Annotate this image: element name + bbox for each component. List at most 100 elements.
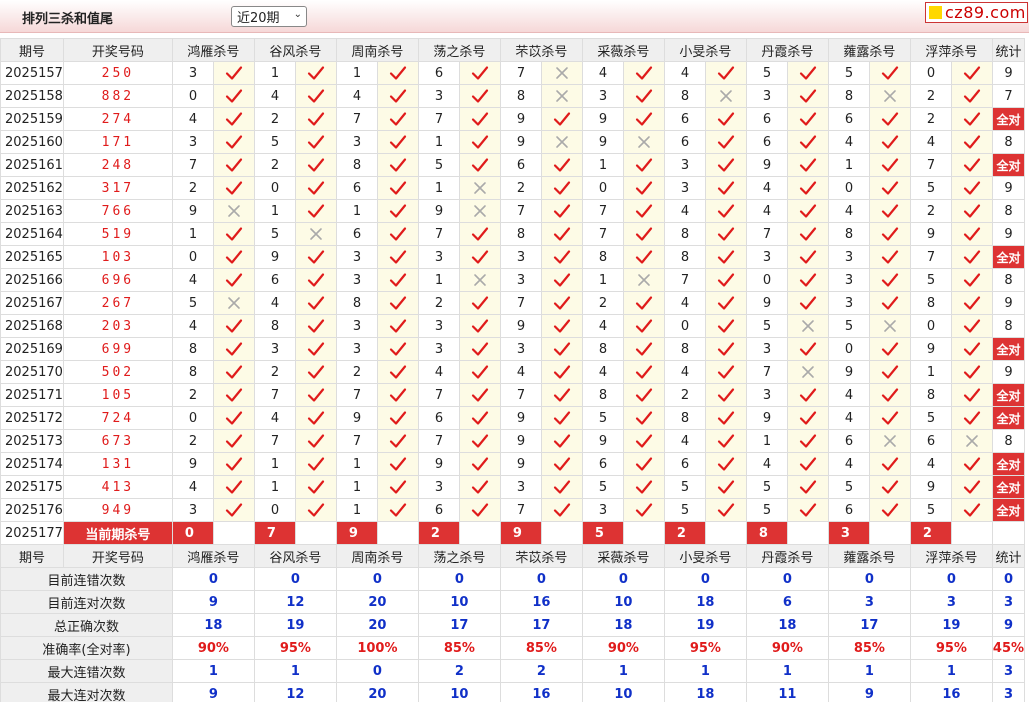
stats-value: 90% bbox=[171, 636, 255, 660]
kill-number-cell: 4 bbox=[745, 452, 788, 476]
stats-value: 2 bbox=[417, 659, 501, 683]
kill-number-cell: 5 bbox=[171, 291, 214, 315]
kill-number-cell: 9 bbox=[417, 199, 460, 223]
kill-number-cell: 6 bbox=[253, 268, 296, 292]
check-mark-icon bbox=[376, 199, 419, 223]
period-cell: 2025173 bbox=[0, 429, 64, 453]
stats-value: 0 bbox=[909, 567, 993, 591]
period-select[interactable]: 近20期 ⌄ bbox=[231, 6, 307, 27]
check-mark-icon bbox=[622, 199, 665, 223]
kill-number-cell: 1 bbox=[581, 153, 624, 177]
check-mark-icon bbox=[622, 337, 665, 361]
kill-number-cell: 8 bbox=[581, 383, 624, 407]
check-mark-icon bbox=[950, 222, 993, 246]
check-mark-icon bbox=[376, 268, 419, 292]
kill-number-cell: 7 bbox=[335, 429, 378, 453]
table-row: 2025176 949 3 0 1 6 7 3 5 5 6 5 全对 bbox=[0, 498, 1026, 522]
kill-number-cell: 7 bbox=[417, 222, 460, 246]
check-mark-icon bbox=[540, 268, 583, 292]
draw-number-cell: 274 bbox=[62, 107, 173, 131]
kill-number-cell: 3 bbox=[417, 245, 460, 269]
check-mark-icon bbox=[622, 176, 665, 200]
check-mark-icon bbox=[376, 475, 419, 499]
kill-number-cell: 7 bbox=[581, 199, 624, 223]
stats-count: 3 bbox=[991, 659, 1026, 683]
check-mark-icon bbox=[212, 498, 255, 522]
check-mark-icon bbox=[212, 406, 255, 430]
kill-number-cell: 8 bbox=[499, 84, 542, 108]
check-mark-icon bbox=[868, 268, 911, 292]
count-cell: 8 bbox=[991, 268, 1026, 292]
period-cell: 2025168 bbox=[0, 314, 64, 338]
kill-number-cell: 2 bbox=[663, 383, 706, 407]
kill-number-cell: 5 bbox=[253, 222, 296, 246]
stats-value: 17 bbox=[499, 613, 583, 637]
kill-number-cell: 4 bbox=[171, 314, 214, 338]
check-mark-icon bbox=[786, 61, 829, 85]
stats-value: 20 bbox=[335, 590, 419, 614]
column-header-expert: 谷风杀号 bbox=[253, 38, 337, 62]
check-mark-icon bbox=[622, 107, 665, 131]
kill-number-cell: 8 bbox=[827, 84, 870, 108]
table-row: 2025172 724 0 4 9 6 9 5 8 9 4 5 全对 bbox=[0, 406, 1026, 430]
kill-number-cell: 6 bbox=[335, 222, 378, 246]
stats-label: 目前连对次数 bbox=[0, 590, 173, 614]
kill-number-cell: 3 bbox=[745, 383, 788, 407]
check-mark-icon bbox=[212, 314, 255, 338]
kill-number-cell: 3 bbox=[171, 61, 214, 85]
kill-number-cell: 8 bbox=[253, 314, 296, 338]
check-mark-icon bbox=[622, 383, 665, 407]
kill-number-cell: 4 bbox=[253, 406, 296, 430]
kill-number-cell: 4 bbox=[171, 268, 214, 292]
check-mark-icon bbox=[704, 245, 747, 269]
check-mark-icon bbox=[294, 84, 337, 108]
column-header-draw: 开奖号码 bbox=[62, 38, 173, 62]
check-mark-icon bbox=[704, 406, 747, 430]
check-mark-icon bbox=[376, 429, 419, 453]
check-mark-icon bbox=[704, 153, 747, 177]
stats-value: 19 bbox=[663, 613, 747, 637]
current-kill-blank bbox=[458, 521, 501, 545]
site-logo[interactable]: cz89.com bbox=[925, 2, 1028, 23]
kill-number-cell: 7 bbox=[745, 222, 788, 246]
check-mark-icon bbox=[786, 475, 829, 499]
kill-number-cell: 2 bbox=[909, 199, 952, 223]
kill-number-cell: 6 bbox=[909, 429, 952, 453]
check-mark-icon bbox=[294, 360, 337, 384]
kill-number-cell: 5 bbox=[663, 498, 706, 522]
check-mark-icon bbox=[868, 452, 911, 476]
check-mark-icon bbox=[622, 314, 665, 338]
check-mark-icon bbox=[950, 245, 993, 269]
check-mark-icon bbox=[622, 406, 665, 430]
stats-value: 1 bbox=[171, 659, 255, 683]
check-mark-icon bbox=[376, 222, 419, 246]
kill-number-cell: 4 bbox=[171, 107, 214, 131]
check-mark-icon bbox=[950, 498, 993, 522]
check-mark-icon bbox=[294, 452, 337, 476]
table-row: 2025170 502 8 2 2 4 4 4 4 7 9 1 9 bbox=[0, 360, 1026, 384]
table-row: 2025167 267 5 4 8 2 7 2 4 9 3 8 9 bbox=[0, 291, 1026, 315]
kill-number-cell: 3 bbox=[417, 84, 460, 108]
kill-number-cell: 2 bbox=[171, 176, 214, 200]
check-mark-icon bbox=[622, 429, 665, 453]
kill-number-cell: 7 bbox=[499, 61, 542, 85]
check-mark-icon bbox=[704, 360, 747, 384]
kill-number-cell: 7 bbox=[909, 153, 952, 177]
kill-number-cell: 7 bbox=[581, 222, 624, 246]
stats-value: 9 bbox=[171, 682, 255, 702]
check-mark-icon bbox=[458, 222, 501, 246]
header-row-bottom: 期号 开奖号码 鸿雁杀号 谷风杀号 周南杀号 荡之杀号 芣苡杀号 采薇杀号 小旻杀号 丹霞杀号 蕹露… bbox=[0, 544, 1026, 568]
check-mark-icon bbox=[540, 176, 583, 200]
check-mark-icon bbox=[458, 84, 501, 108]
kill-number-cell: 3 bbox=[745, 245, 788, 269]
kill-number-cell: 2 bbox=[253, 153, 296, 177]
kill-number-cell: 8 bbox=[499, 222, 542, 246]
stats-value: 1 bbox=[253, 659, 337, 683]
check-mark-icon bbox=[786, 429, 829, 453]
check-mark-icon bbox=[786, 268, 829, 292]
column-header-expert: 蕹露杀号 bbox=[827, 38, 911, 62]
stats-value: 18 bbox=[663, 590, 747, 614]
check-mark-icon bbox=[786, 199, 829, 223]
stats-value: 20 bbox=[335, 613, 419, 637]
column-header-expert: 小旻杀号 bbox=[663, 38, 747, 62]
